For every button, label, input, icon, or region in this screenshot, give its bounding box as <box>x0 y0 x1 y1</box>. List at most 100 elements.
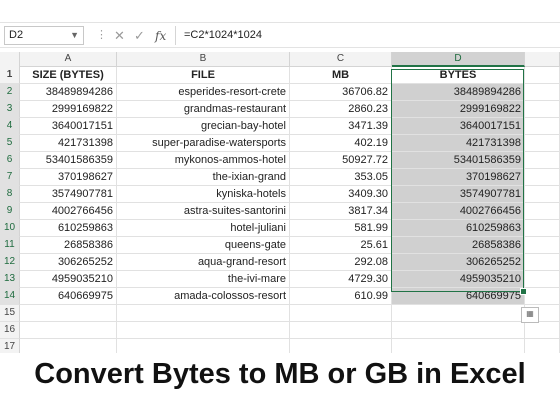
row-number[interactable]: 13 <box>0 271 20 288</box>
header-cell-bytes[interactable]: BYTES <box>392 67 525 84</box>
size-bytes-cell[interactable]: 26858386 <box>20 237 117 254</box>
insert-function-icon[interactable]: fx <box>155 27 166 45</box>
mb-cell[interactable]: 353.05 <box>290 169 392 186</box>
empty-cell[interactable] <box>525 135 560 152</box>
file-cell[interactable]: hotel-juliani <box>117 220 290 237</box>
column-header-a[interactable]: A <box>20 52 117 67</box>
mb-cell[interactable]: 3409.30 <box>290 186 392 203</box>
file-cell[interactable]: queens-gate <box>117 237 290 254</box>
mb-cell[interactable]: 50927.72 <box>290 152 392 169</box>
name-box[interactable]: D2 ▼ <box>4 26 84 45</box>
formula-input[interactable]: =C2*1024*1024 <box>175 26 557 45</box>
more-options-icon[interactable]: ⋮ <box>96 28 107 42</box>
row-number[interactable]: 7 <box>0 169 20 186</box>
name-box-dropdown-icon[interactable]: ▼ <box>70 27 79 44</box>
header-cell-size-bytes[interactable]: SIZE (BYTES) <box>20 67 117 84</box>
empty-cell[interactable] <box>525 322 560 339</box>
cancel-icon[interactable]: ✕ <box>114 27 125 45</box>
empty-cell[interactable] <box>525 84 560 101</box>
row-number[interactable]: 10 <box>0 220 20 237</box>
empty-cell[interactable] <box>20 322 117 339</box>
row-number[interactable]: 9 <box>0 203 20 220</box>
empty-cell[interactable] <box>525 220 560 237</box>
row-number[interactable]: 12 <box>0 254 20 271</box>
column-header-e[interactable] <box>525 52 560 67</box>
select-all-corner[interactable] <box>0 52 20 67</box>
row-number[interactable]: 6 <box>0 152 20 169</box>
empty-cell[interactable] <box>392 322 525 339</box>
empty-cell[interactable] <box>525 186 560 203</box>
file-cell[interactable]: mykonos-ammos-hotel <box>117 152 290 169</box>
bytes-cell[interactable]: 4959035210 <box>392 271 525 288</box>
bytes-cell[interactable]: 3574907781 <box>392 186 525 203</box>
file-cell[interactable]: grandmas-restaurant <box>117 101 290 118</box>
row-number[interactable]: 14 <box>0 288 20 305</box>
bytes-cell[interactable]: 38489894286 <box>392 84 525 101</box>
empty-cell[interactable] <box>392 305 525 322</box>
empty-cell[interactable] <box>525 152 560 169</box>
bytes-cell[interactable]: 53401586359 <box>392 152 525 169</box>
bytes-cell[interactable]: 26858386 <box>392 237 525 254</box>
empty-cell[interactable] <box>290 322 392 339</box>
row-number[interactable]: 11 <box>0 237 20 254</box>
mb-cell[interactable]: 581.99 <box>290 220 392 237</box>
size-bytes-cell[interactable]: 3640017151 <box>20 118 117 135</box>
row-number[interactable]: 4 <box>0 118 20 135</box>
size-bytes-cell[interactable]: 610259863 <box>20 220 117 237</box>
mb-cell[interactable]: 3817.34 <box>290 203 392 220</box>
file-cell[interactable]: esperides-resort-crete <box>117 84 290 101</box>
header-cell-file[interactable]: FILE <box>117 67 290 84</box>
column-header-c[interactable]: C <box>290 52 392 67</box>
empty-cell[interactable] <box>525 101 560 118</box>
size-bytes-cell[interactable]: 53401586359 <box>20 152 117 169</box>
empty-cell[interactable] <box>525 169 560 186</box>
enter-icon[interactable]: ✓ <box>134 27 145 45</box>
size-bytes-cell[interactable]: 3574907781 <box>20 186 117 203</box>
empty-cell[interactable] <box>525 237 560 254</box>
empty-cell[interactable] <box>20 305 117 322</box>
row-number[interactable]: 2 <box>0 84 20 101</box>
size-bytes-cell[interactable]: 421731398 <box>20 135 117 152</box>
empty-cell[interactable] <box>117 322 290 339</box>
column-header-d[interactable]: D <box>392 52 525 67</box>
bytes-cell[interactable]: 2999169822 <box>392 101 525 118</box>
row-number[interactable]: 8 <box>0 186 20 203</box>
fill-handle[interactable] <box>520 288 527 295</box>
file-cell[interactable]: kyniska-hotels <box>117 186 290 203</box>
size-bytes-cell[interactable]: 306265252 <box>20 254 117 271</box>
mb-cell[interactable]: 36706.82 <box>290 84 392 101</box>
size-bytes-cell[interactable]: 640669975 <box>20 288 117 305</box>
empty-cell[interactable] <box>525 67 560 84</box>
mb-cell[interactable]: 402.19 <box>290 135 392 152</box>
bytes-cell[interactable]: 421731398 <box>392 135 525 152</box>
size-bytes-cell[interactable]: 4959035210 <box>20 271 117 288</box>
bytes-cell[interactable]: 370198627 <box>392 169 525 186</box>
bytes-cell[interactable]: 306265252 <box>392 254 525 271</box>
bytes-cell[interactable]: 4002766456 <box>392 203 525 220</box>
empty-cell[interactable] <box>525 203 560 220</box>
mb-cell[interactable]: 3471.39 <box>290 118 392 135</box>
row-number[interactable]: 16 <box>0 322 20 339</box>
mb-cell[interactable]: 25.61 <box>290 237 392 254</box>
bytes-cell[interactable]: 3640017151 <box>392 118 525 135</box>
row-number[interactable]: 5 <box>0 135 20 152</box>
row-number[interactable]: 15 <box>0 305 20 322</box>
empty-cell[interactable] <box>290 305 392 322</box>
quick-analysis-icon[interactable]: ▦ <box>521 307 539 323</box>
empty-cell[interactable] <box>525 254 560 271</box>
bytes-cell[interactable]: 640669975 <box>392 288 525 305</box>
file-cell[interactable]: aqua-grand-resort <box>117 254 290 271</box>
size-bytes-cell[interactable]: 38489894286 <box>20 84 117 101</box>
mb-cell[interactable]: 292.08 <box>290 254 392 271</box>
row-number[interactable]: 1 <box>0 67 20 84</box>
size-bytes-cell[interactable]: 370198627 <box>20 169 117 186</box>
file-cell[interactable]: amada-colossos-resort <box>117 288 290 305</box>
file-cell[interactable]: grecian-bay-hotel <box>117 118 290 135</box>
file-cell[interactable]: super-paradise-watersports <box>117 135 290 152</box>
empty-cell[interactable] <box>117 305 290 322</box>
empty-cell[interactable] <box>525 288 560 305</box>
row-number[interactable]: 3 <box>0 101 20 118</box>
file-cell[interactable]: the-ivi-mare <box>117 271 290 288</box>
bytes-cell[interactable]: 610259863 <box>392 220 525 237</box>
empty-cell[interactable] <box>525 271 560 288</box>
